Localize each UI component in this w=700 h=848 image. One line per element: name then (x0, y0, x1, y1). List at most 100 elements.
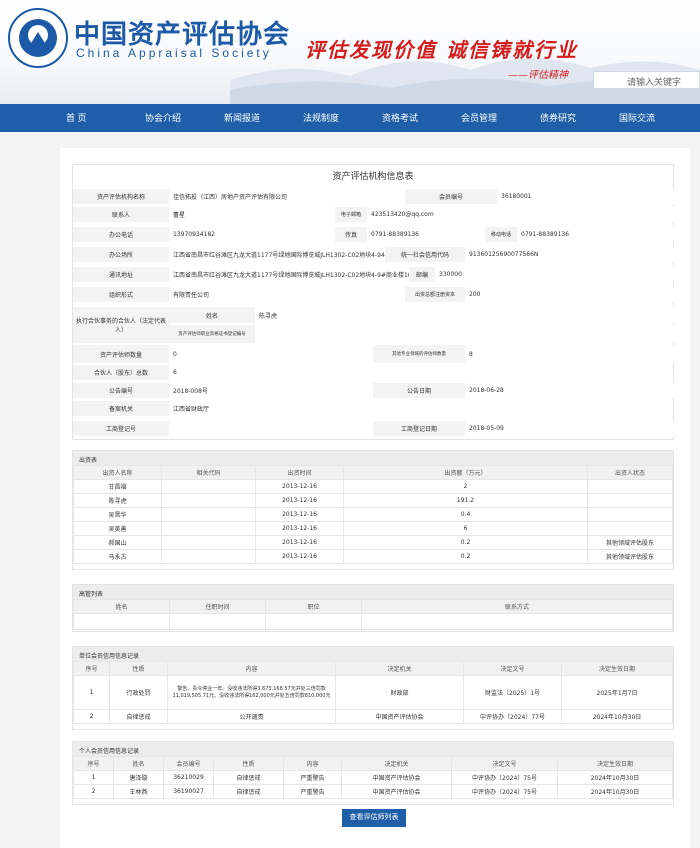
column-header: 出资人状态 (587, 465, 673, 480)
table-cell: 财政部 (335, 675, 464, 710)
column-header: 序号 (73, 661, 110, 676)
table-cell (161, 479, 256, 494)
senior-panel: 高管列表 姓名 任职时间 职位 联系方式 (72, 584, 674, 632)
column-header: 出资人名称 (73, 465, 162, 480)
table-part: 序号 姓名 会员编号 性质 内容 决定机关 决定文号 决定生效日期 (73, 756, 673, 771)
table-cell: 2 (73, 784, 114, 799)
nav-about[interactable]: 协会介绍 (145, 104, 224, 132)
table-cell: 王林燕 (113, 784, 164, 799)
table-cell: 191.2 (343, 493, 588, 508)
table-cell: 中评协办〔2024〕75号 (451, 784, 558, 799)
table-cell (161, 493, 256, 508)
table-cell (161, 549, 256, 564)
table-cell: 2013-12-16 (255, 521, 344, 536)
row-biz: 工商登记号 工商登记日期 2018-05-09 (73, 421, 675, 436)
row-org: 组织形式 有限责任公司 出资总额注册资本 200 (73, 287, 675, 302)
table-cell: 自律惩戒 (213, 770, 284, 785)
column-header: 出资时间 (255, 465, 344, 480)
table-cell: 严重警告 (283, 784, 342, 799)
table-cell (169, 613, 266, 630)
table-cell: 2013-12-16 (255, 535, 344, 550)
table-cell: 吴晋华 (73, 507, 162, 522)
investors-panel: 出资表 出资人名称 相关代码 出资时间 出资额（万元） 出资人状态 甘昌福 2013-12… (72, 450, 674, 570)
column-header: 决定文号 (463, 661, 562, 676)
table-cell: 2013-12-16 (255, 507, 344, 522)
senior-table: 姓名 任职时间 职位 联系方式 (73, 599, 673, 630)
table-row: 1 行政处罚 警告、责令停业一年、没收违法所得3,673,168.57元并处三倍罚款… (73, 675, 673, 710)
column-header: 出资额（万元） (343, 465, 588, 480)
table-cell: 郝国山 (73, 535, 162, 550)
nav-members[interactable]: 会员管理 (461, 104, 540, 132)
investors-title: 出资表 (73, 451, 673, 465)
column-header: 性质 (213, 756, 284, 771)
column-header: 内容 (167, 661, 336, 676)
column-header: 决定机关 (341, 756, 452, 771)
nav-home[interactable]: 首 页 (66, 104, 145, 132)
column-header: 性质 (109, 661, 168, 676)
column-header: 姓名 (113, 756, 164, 771)
column-header: 序号 (73, 756, 114, 771)
table-cell: 严重警告 (283, 770, 342, 785)
table-part: 出资人名称 相关代码 出资时间 出资额（万元） 出资人状态 (73, 465, 673, 480)
table-row: 1 唐泽璇 36210029 自律惩戒 严重警告 中国资产评估协会 中评协办〔2024〕75… (73, 770, 673, 785)
nav-exam[interactable]: 资格考试 (382, 104, 461, 132)
person-credit-panel: 个人会员信用信息记录 序号 姓名 会员编号 性质 内容 决定机关 决定文号 决定生效日期 1唐… (72, 741, 674, 805)
table-cell: 吴美善 (73, 521, 162, 536)
member-no: 36180001 (497, 189, 675, 204)
table-cell: 其他领域评估股东 (587, 549, 673, 564)
table-cell: 中国资产评估协会 (341, 784, 452, 799)
slogan: 评估发现价值 诚信铸就行业 (305, 38, 578, 62)
table-cell: 2024年10月30日 (557, 770, 673, 785)
table-row (73, 613, 673, 630)
association-logo[interactable] (8, 8, 68, 68)
table-cell: 2013-12-16 (255, 479, 344, 494)
table-row: 2 自律惩戒 公开谴责 中国资产评估协会 中评协办〔2024〕77号 2024年10月30… (73, 709, 673, 724)
table-cell: 2024年10月30日 (557, 784, 673, 799)
table-cell (587, 521, 673, 536)
column-header: 决定文号 (451, 756, 558, 771)
column-header: 决定生效日期 (561, 661, 673, 676)
table-cell (161, 535, 256, 550)
table-cell: 2025年1月7日 (561, 675, 673, 710)
table-cell: 0.2 (343, 549, 588, 564)
nav-international[interactable]: 国际交流 (619, 104, 698, 132)
table-cell: 2 (343, 479, 588, 494)
column-header: 姓名 (73, 599, 170, 614)
table-cell: 甘昌福 (73, 479, 162, 494)
nav-news[interactable]: 新闻报道 (224, 104, 303, 132)
row-notice: 公告编号 2018-008号 公告日期 2018-06-28 (73, 383, 675, 398)
row-address: 通讯地址 江西省南昌市红谷滩区九龙大道1177号绿地国际博览城JLH1302-C… (73, 267, 675, 282)
table-cell (587, 479, 673, 494)
table-cell: 中国资产评估协会 (341, 770, 452, 785)
table-cell: 陈寻虎 (73, 493, 162, 508)
table-cell: 2013-12-16 (255, 549, 344, 564)
nav-regulations[interactable]: 法规制度 (303, 104, 382, 132)
email[interactable]: 423513420@qq.com (367, 207, 675, 222)
info-table: 资产评估机构信息表 资产评估机构名称 佳信拓投（江西）房地产资产评估有限公司 会… (72, 164, 675, 440)
unit-credit-title: 单位会员信用信息记录 (73, 647, 673, 661)
table-cell: 自律惩戒 (213, 784, 284, 799)
person-credit-title: 个人会员信用信息记录 (73, 742, 673, 756)
column-header: 会员编号 (163, 756, 214, 771)
column-header: 内容 (283, 756, 342, 771)
table-row: 郝国山 2013-12-16 0.2 其他领域评估股东 (73, 535, 673, 550)
table-cell (161, 507, 256, 522)
table-cell: 警告、责令停业一年、没收违法所得3,673,168.57元并处三倍罚款11,01… (167, 675, 336, 710)
table-cell (587, 493, 673, 508)
info-table-title: 资产评估机构信息表 (332, 172, 414, 182)
nav-research[interactable]: 债券研究 (540, 104, 619, 132)
unit-credit-table: 序号 性质 内容 决定机关 决定文号 决定生效日期 1 行政处罚 警告、责令停业一年、没收违法… (73, 661, 673, 724)
row-contact: 联系人 曹星 电子邮箱 423513420@qq.com (73, 207, 675, 222)
table-cell (361, 613, 673, 630)
table-cell: 1 (73, 675, 110, 710)
table-part: 序号 性质 内容 决定机关 决定文号 决定生效日期 (73, 661, 673, 676)
view-appraisers-button[interactable]: 查看评估师列表 (342, 809, 406, 827)
main-nav: 首 页 协会介绍 新闻报道 法规制度 资格考试 会员管理 债券研究 国际交流 (0, 104, 700, 132)
senior-title: 高管列表 (73, 585, 673, 599)
search-input[interactable]: 请输入关键字 (593, 71, 700, 89)
table-cell: 中评协办〔2024〕75号 (451, 770, 558, 785)
row-record: 备案机关 江西省财政厅 (73, 401, 373, 416)
table-cell (161, 521, 256, 536)
table-cell: 2013-12-16 (255, 493, 344, 508)
table-cell: 中评协办〔2024〕77号 (463, 709, 562, 724)
